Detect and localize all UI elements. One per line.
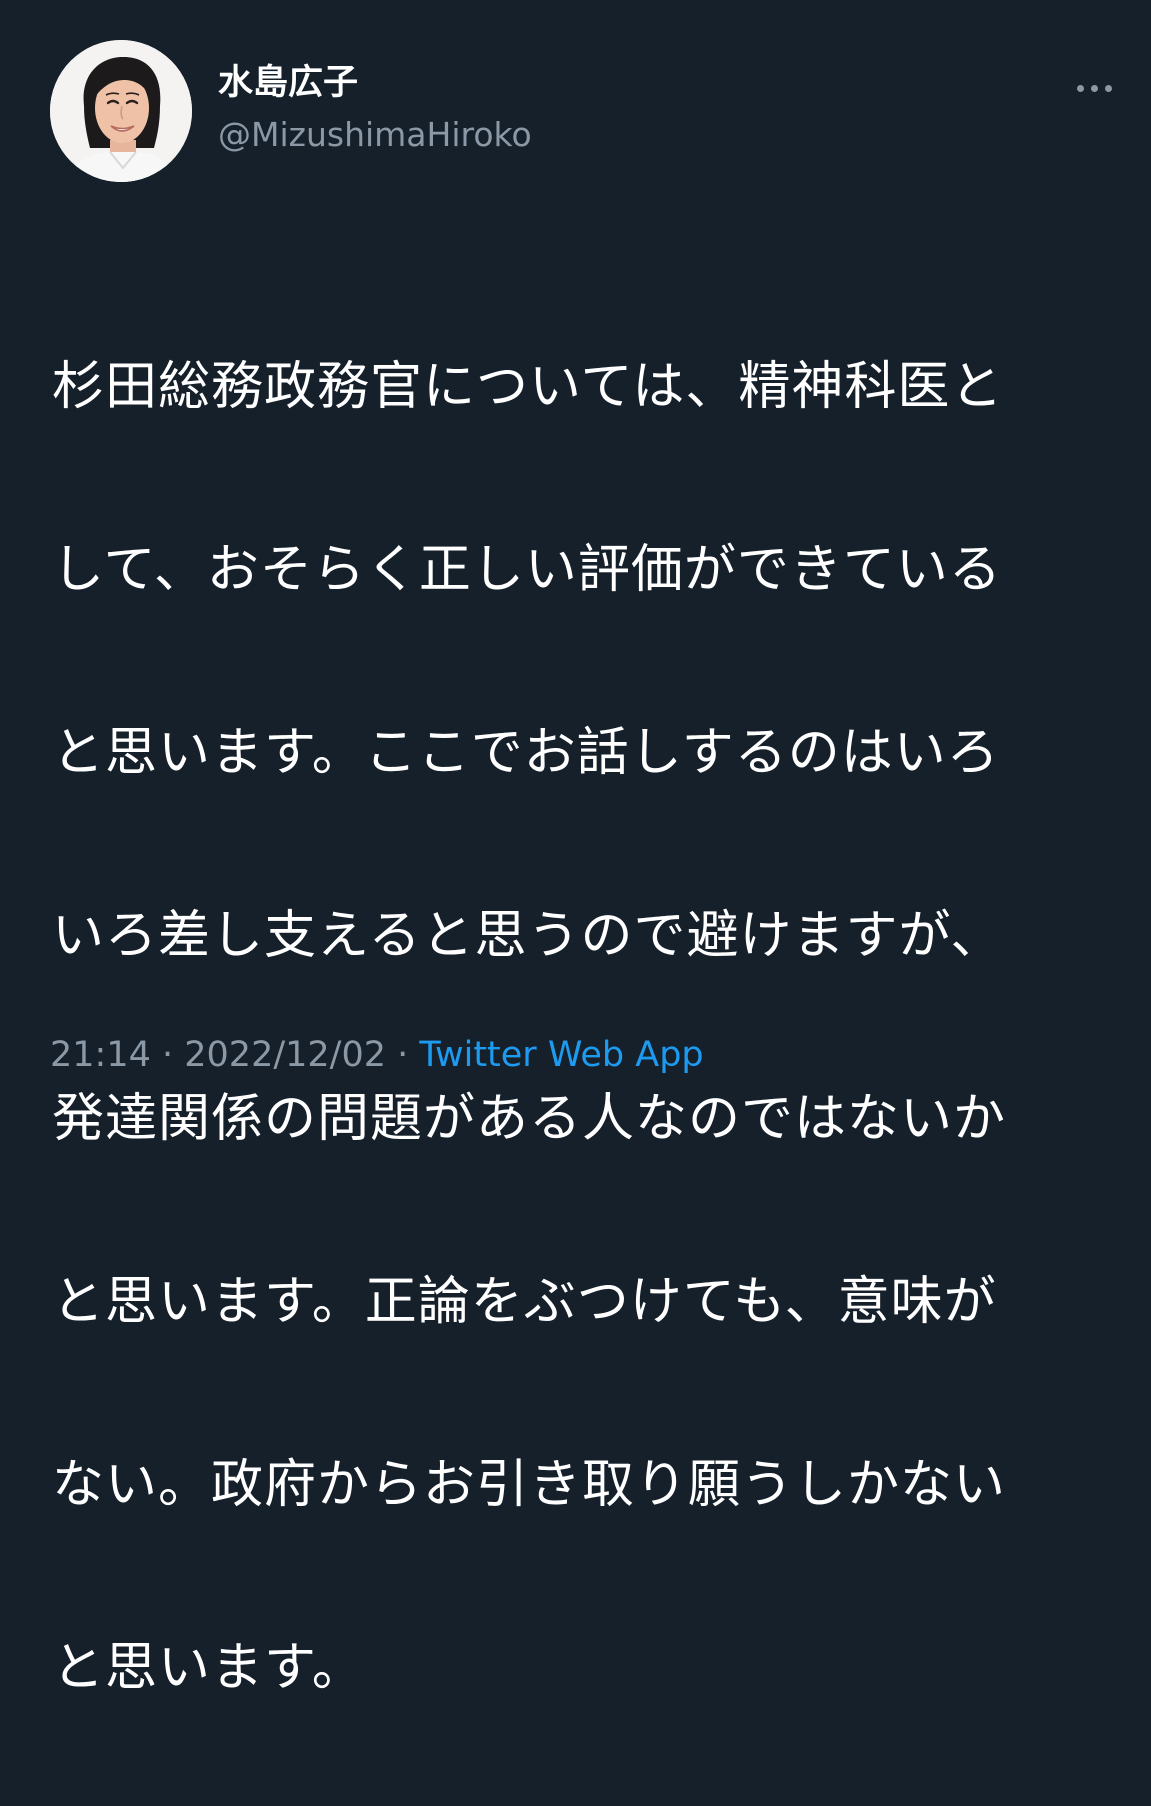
tweet: 水島広子 @MizushimaHiroko 杉田総務政務官については、精神科医と… [0,0,1151,1698]
author-handle[interactable]: @MizushimaHiroko [218,112,532,158]
tweet-text-line: と思います。 [52,1637,365,1698]
tweet-metadata: 21:14 · 2022/12/02 · Twitter Web App [50,1030,704,1080]
meta-separator: · [150,1035,185,1075]
tweet-text-line: と思います。正論をぶつけても、意味が [52,1271,997,1332]
tweet-text-line: ない。政府からお引き取り願うしかない [52,1454,1007,1515]
more-options-button[interactable] [1066,68,1122,108]
meta-separator: · [386,1035,420,1075]
tweet-text-line: 杉田総務政務官については、精神科医と [52,356,1004,417]
avatar[interactable] [50,40,192,182]
more-horizontal-icon [1104,84,1112,92]
tweet-text: 杉田総務政務官については、精神科医と して、おそらく正しい評価ができている と思… [52,250,1112,1806]
tweet-text-line: して、おそらく正しい評価ができている [52,539,1002,600]
tweet-text-line: 発達関係の問題がある人なのではないか [52,1088,1007,1149]
more-horizontal-icon [1076,84,1084,92]
tweet-text-line: と思います。ここでお話しするのはいろ [52,722,1000,783]
tweet-text-line: いろ差し支えると思うので避けますが、 [52,905,1004,966]
tweet-time[interactable]: 21:14 [50,1035,151,1075]
tweet-date[interactable]: 2022/12/02 [184,1035,386,1075]
more-horizontal-icon [1090,84,1098,92]
author-display-name[interactable]: 水島広子 [218,60,358,106]
profile-photo-icon [50,40,192,182]
tweet-source-link[interactable]: Twitter Web App [419,1035,703,1075]
